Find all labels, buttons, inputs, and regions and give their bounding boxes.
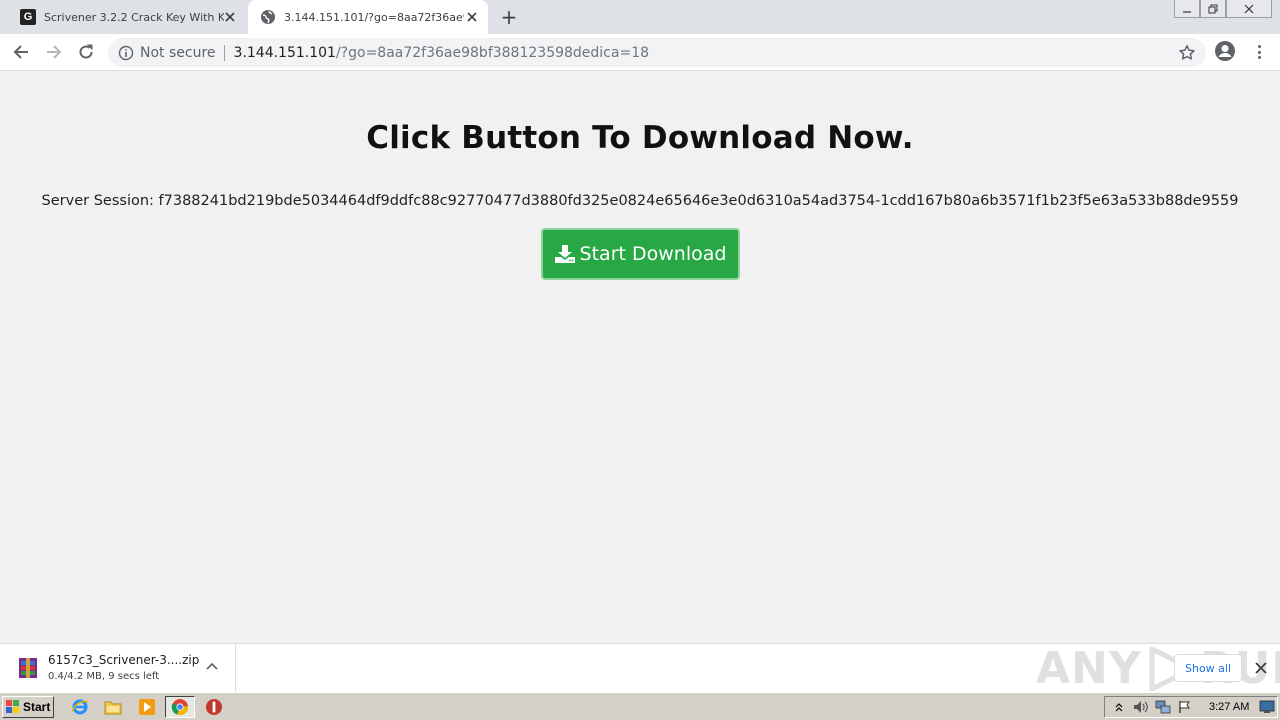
url-path: /?go=8aa72f36ae98bf388123598dedica=18 [335, 44, 650, 61]
tab-active-download[interactable]: 3.144.151.101/?go=8aa72f36ae98bf38812359… [248, 0, 488, 34]
download-file-name: 6157c3_Scrivener-3....zip [48, 653, 200, 667]
address-bar[interactable]: Not secure 3.144.151.101/?go=8aa72f36ae9… [108, 38, 1206, 67]
clock[interactable]: 3:27 AM [1209, 701, 1249, 713]
start-label: Start [23, 700, 51, 714]
reload-icon [79, 44, 93, 59]
download-shelf: 6157c3_Scrivener-3....zip 0.4/4.2 MB, 9 … [0, 643, 1280, 694]
browser-toolbar: Not secure 3.144.151.101/?go=8aa72f36ae9… [0, 34, 1280, 71]
download-status: 0.4/4.2 MB, 9 secs left [48, 671, 160, 682]
chevron-up-icon[interactable] [1111, 699, 1127, 715]
star-icon[interactable] [1178, 44, 1196, 62]
tab-title: 3.144.151.101/?go=8aa72f36ae98bf38812359… [284, 10, 464, 24]
speaker-icon[interactable] [1133, 699, 1149, 715]
show-all-button[interactable]: Show all [1174, 654, 1242, 682]
zip-archive-icon [19, 658, 37, 678]
close-window-button[interactable] [1226, 0, 1272, 18]
anyrun-watermark: ANY RUN [1036, 643, 1280, 694]
start-button[interactable]: Start [2, 696, 54, 718]
omnibox-divider [223, 44, 225, 61]
chevron-up-icon[interactable] [205, 660, 219, 674]
url-host: 3.144.151.101 [233, 44, 336, 61]
download-icon [554, 245, 575, 263]
new-tab-button[interactable]: + [498, 5, 520, 29]
tab-title: Scrivener 3.2.2 Crack Key With Keygen [44, 10, 224, 24]
flag-icon[interactable] [1177, 699, 1193, 715]
system-tray: 3:27 AM [1104, 696, 1278, 718]
tab-scrivener[interactable]: G Scrivener 3.2.2 Crack Key With Keygen [10, 0, 246, 34]
arrow-right-icon [47, 45, 62, 59]
forward-button[interactable] [42, 40, 66, 64]
g-letter-icon: G [20, 9, 36, 25]
close-icon[interactable] [464, 9, 480, 25]
menu-icon[interactable] [1252, 42, 1266, 62]
start-download-button[interactable]: Start Download [541, 228, 740, 280]
close-icon[interactable] [1253, 660, 1269, 676]
tab-strip: G Scrivener 3.2.2 Crack Key With Keygen … [0, 0, 1280, 34]
minimize-button[interactable] [1174, 0, 1200, 18]
profile-icon[interactable] [1214, 40, 1236, 62]
window-controls [1174, 0, 1272, 18]
globe-icon [261, 10, 275, 24]
back-button[interactable] [9, 40, 33, 64]
security-label[interactable]: Not secure [140, 45, 216, 61]
ie-icon[interactable] [70, 698, 90, 716]
close-icon[interactable] [222, 9, 238, 25]
reload-button[interactable] [74, 40, 98, 64]
info-icon[interactable] [118, 45, 134, 61]
network-icon[interactable] [1155, 699, 1171, 715]
watermark-text-left: ANY [1036, 643, 1142, 694]
media-player-icon[interactable] [137, 698, 157, 716]
chrome-icon[interactable] [165, 696, 195, 718]
show-desktop-icon[interactable] [1259, 700, 1275, 714]
windows-logo-icon [6, 700, 19, 713]
restore-button[interactable] [1200, 0, 1226, 18]
windows-taskbar: Start 3:27 AM [0, 692, 1280, 720]
folder-icon[interactable] [103, 698, 123, 716]
start-download-label: Start Download [579, 243, 727, 265]
page-title: Click Button To Download Now. [366, 120, 914, 156]
page-content: Click Button To Download Now. Server Ses… [0, 72, 1280, 643]
server-session-text: Server Session: f7388241bd219bde5034464d… [41, 193, 1239, 209]
download-item[interactable]: 6157c3_Scrivener-3....zip 0.4/4.2 MB, 9 … [0, 644, 236, 693]
stop-icon[interactable] [204, 698, 224, 716]
arrow-left-icon [13, 45, 28, 59]
